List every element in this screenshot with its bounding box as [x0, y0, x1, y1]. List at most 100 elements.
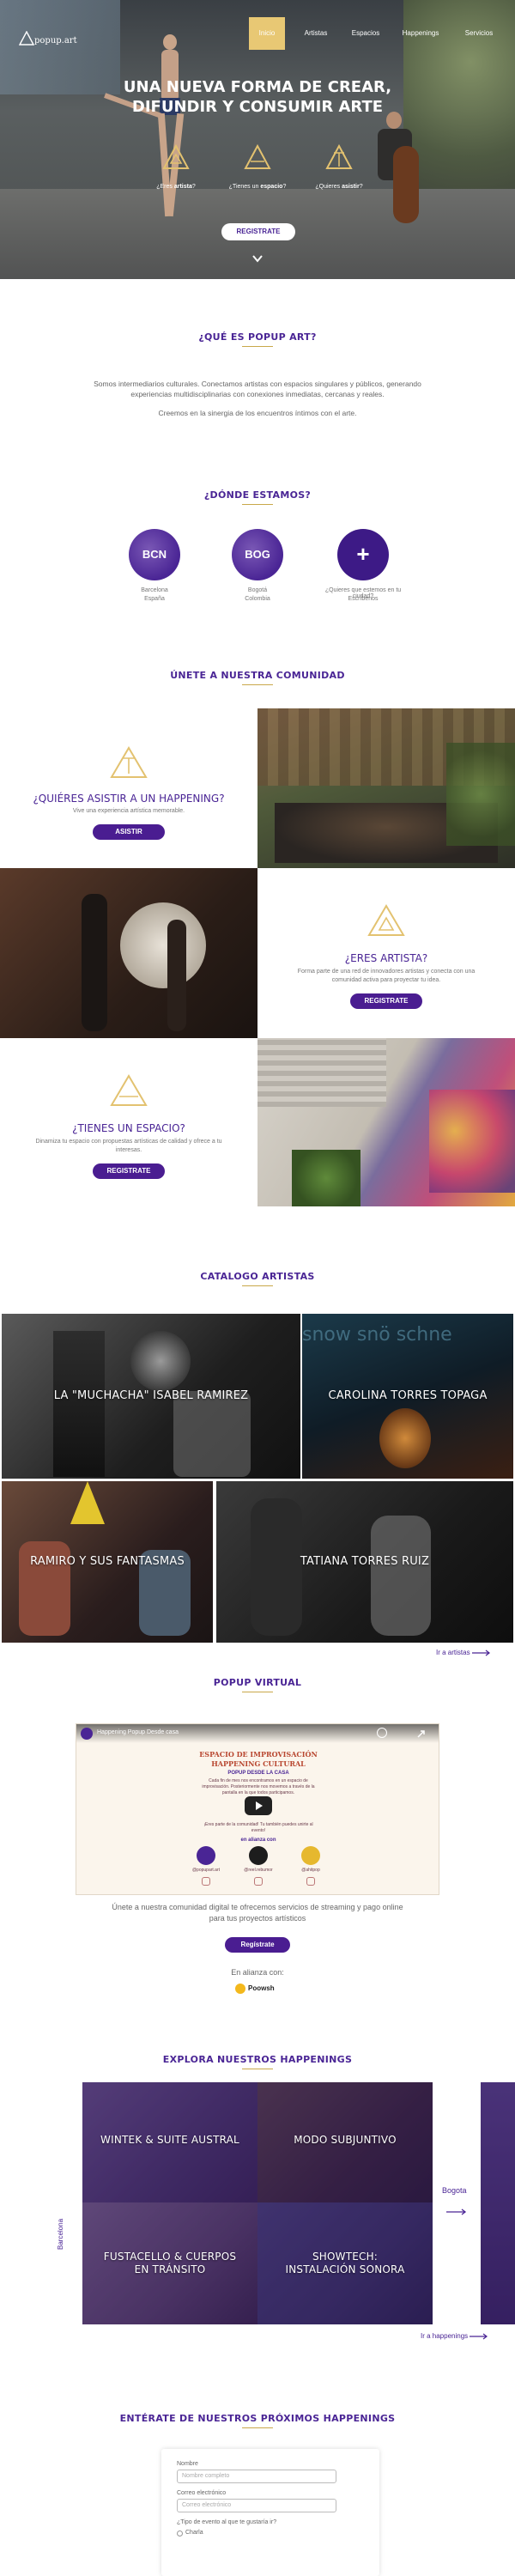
triangle-space-icon: [110, 1074, 148, 1106]
artist-card-tatiana[interactable]: TATIANA TORRES RUIZ: [216, 1481, 513, 1643]
photo-happening-courtyard: [258, 708, 515, 868]
artist-card-ramiro-name: RAMIRO Y SUS FANTASMAS: [30, 1555, 185, 1568]
hero-option-attend-label: ¿Quieres asistir?: [315, 184, 363, 190]
community-attend-text: Vive una experiencia artística memorable…: [72, 808, 185, 814]
happenings-title: EXPLORA NUESTROS HAPPENINGS: [0, 2054, 515, 2069]
photo-artist-performance: [0, 868, 258, 1038]
hero-option-artist-label: ¿Eres artista?: [156, 184, 196, 190]
video-line-3: POPUP DESDE LA CASA: [227, 1771, 289, 1776]
artist-card-carolina[interactable]: snow snö schne CAROLINA TORRES TOPAGA: [302, 1314, 513, 1479]
video-title[interactable]: Happening Popup Desde casa: [97, 1729, 179, 1735]
video-line-5: ¡Eres parte de la comunidad! Tu también …: [203, 1822, 313, 1833]
clock-icon[interactable]: [377, 1728, 387, 1738]
community-attend-heading: ¿QUIÉRES ASISTIR A UN HAPPENING?: [33, 793, 225, 805]
community-artist-block: ¿ERES ARTISTA? Forma parte de una red de…: [258, 868, 515, 1038]
share-icon[interactable]: [416, 1728, 427, 1738]
triangle-attend-icon: [110, 746, 148, 778]
hero-section: popup.art Inicio Artistas Espacios Happe…: [0, 0, 515, 279]
photo-space-mural: [258, 1038, 515, 1206]
community-space-block: ¿TIENES UN ESPACIO? Dinamiza tu espacio …: [0, 1038, 258, 1206]
city-bcn-name: Barcelona: [141, 587, 168, 593]
community-attend-block: ¿QUIÉRES ASISTIR A UN HAPPENING? Vive un…: [0, 708, 258, 868]
hero-title-line1: UNA NUEVA FORMA DE CREAR,: [123, 78, 392, 96]
city-bcn-country: España: [144, 596, 165, 602]
artist-card-carolina-name: CAROLINA TORRES TOPAGA: [328, 1389, 488, 1402]
virtual-register-button[interactable]: Regístrate: [225, 1937, 290, 1953]
arrow-right-icon: [470, 2333, 488, 2340]
video-player[interactable]: Happening Popup Desde casa ESPACIO DE IM…: [76, 1723, 439, 1895]
instagram-icon-2: [254, 1877, 263, 1886]
nav-item-inicio[interactable]: Inicio: [249, 17, 285, 50]
go-to-happenings-link[interactable]: Ir a happenings: [421, 2332, 506, 2344]
hero-option-attend[interactable]: ¿Quieres asistir?: [309, 144, 369, 196]
hero-cellist-figure: [360, 112, 429, 232]
artist-register-button[interactable]: REGISTRATE: [350, 993, 422, 1009]
city-bog-country: Colombia: [245, 596, 270, 602]
radio-icon: [177, 2530, 183, 2537]
hero-register-button[interactable]: REGISTRATE: [221, 223, 295, 240]
triangle-artist-icon: [367, 904, 405, 936]
play-button[interactable]: [245, 1796, 272, 1815]
community-title: ÚNETE A NUESTRA COMUNIDAD: [0, 670, 515, 685]
hero-option-space[interactable]: ¿Tienes un espacio?: [227, 144, 288, 196]
nav-bar: Inicio Artistas Espacios Happenings Serv…: [249, 17, 515, 50]
channel-avatar[interactable]: [81, 1728, 93, 1740]
hero-option-artist[interactable]: ¿Eres artista?: [146, 144, 206, 196]
arrow-right-icon[interactable]: [446, 2205, 467, 2215]
logo[interactable]: popup.art: [19, 31, 88, 52]
triangle-space-icon: [244, 144, 271, 169]
arrow-right-icon: [471, 1649, 490, 1656]
happening-card-wintek[interactable]: WINTEK & SUITE AUSTRAL: [82, 2082, 258, 2202]
happening-card-fustacello[interactable]: FUSTACELLO & CUERPOS EN TRÁNSITO: [82, 2202, 258, 2324]
community-space-heading: ¿TIENES UN ESPACIO?: [72, 1122, 185, 1134]
city-add[interactable]: + ¿Quieres que estemos en tu ciudad? Esc…: [324, 529, 402, 606]
instagram-icon-3: [306, 1877, 315, 1886]
nav-item-happenings[interactable]: Happenings: [397, 17, 445, 50]
city-bcn[interactable]: BCN Barcelona España: [127, 529, 182, 606]
event-type-label: ¿Tipo de evento al que te gustaría ir?: [177, 2519, 277, 2525]
alliance-label: En alianza con:: [231, 1968, 284, 1977]
virtual-text: Únete a nuestra comunidad digital te ofr…: [112, 1903, 403, 1923]
artist-card-ramiro[interactable]: RAMIRO Y SUS FANTASMAS: [2, 1481, 213, 1643]
name-label: Nombre: [177, 2461, 198, 2467]
artist-card-carolina-bg-text: snow snö schne: [302, 1324, 452, 1346]
happening-card-modo[interactable]: MODO SUBJUNTIVO: [258, 2082, 433, 2202]
newsletter-title: ENTÉRATE DE NUESTROS PRÓXIMOS HAPPENINGS: [0, 2413, 515, 2428]
event-type-option[interactable]: Charla: [177, 2530, 263, 2538]
about-text-1: Somos intermediarios culturales. Conecta…: [94, 380, 421, 398]
email-label: Correo electrónico: [177, 2490, 227, 2496]
name-input[interactable]: Nombre completo: [177, 2470, 336, 2483]
city-label-barcelona[interactable]: Barcelona: [57, 2207, 69, 2258]
happening-card-modo-title: MODO SUBJUNTIVO: [294, 2134, 397, 2146]
handle-3: @ahitpop: [301, 1868, 320, 1873]
go-to-artists-link[interactable]: Ir a artistas: [436, 1649, 505, 1661]
happening-card-next-preview[interactable]: [481, 2082, 515, 2324]
hero-option-space-label: ¿Tienes un espacio?: [228, 184, 287, 190]
hero-dancer-figure: [153, 34, 187, 232]
poowsh-logo: Poowsh: [235, 1984, 287, 1996]
nav-item-espacios[interactable]: Espacios: [345, 17, 386, 50]
city-bog[interactable]: BOG Bogotá Colombia: [230, 529, 285, 606]
chevron-down-icon[interactable]: [251, 252, 264, 264]
play-icon: [256, 1801, 263, 1810]
happening-card-showtech[interactable]: SHOWTECH: INSTALACIÓN SONORA: [258, 2202, 433, 2324]
virtual-title: POPUP VIRTUAL: [0, 1677, 515, 1692]
city-add-contact: Escríbenos: [348, 596, 379, 602]
partner-logo-1: [197, 1846, 215, 1865]
happening-card-fustacello-title: FUSTACELLO & CUERPOS EN TRÁNSITO: [103, 2251, 237, 2275]
happening-card-wintek-title: WINTEK & SUITE AUSTRAL: [100, 2134, 239, 2146]
artist-card-isabel[interactable]: LA "MUCHACHA" ISABEL RAMIREZ: [2, 1314, 300, 1479]
space-register-button[interactable]: REGISTRATE: [93, 1163, 165, 1179]
city-label-bogota[interactable]: Bogota: [442, 2186, 467, 2195]
partner-logo-3: [301, 1846, 320, 1865]
nav-item-servicios[interactable]: Servicios: [455, 17, 503, 50]
email-input[interactable]: Correo electrónico: [177, 2499, 336, 2512]
nav-item-artistas[interactable]: Artistas: [297, 17, 335, 50]
artist-card-isabel-name: LA "MUCHACHA" ISABEL RAMIREZ: [53, 1389, 249, 1402]
partner-logo-2: [249, 1846, 268, 1865]
city-bog-circle: BOG: [232, 529, 283, 580]
about-title: ¿QUÉ ES POPUP ART?: [0, 331, 515, 347]
video-line-1: ESPACIO DE IMPROVISACIÓN: [199, 1750, 318, 1759]
attend-button[interactable]: ASISTIR: [93, 824, 165, 840]
triangle-icon: [162, 144, 190, 169]
